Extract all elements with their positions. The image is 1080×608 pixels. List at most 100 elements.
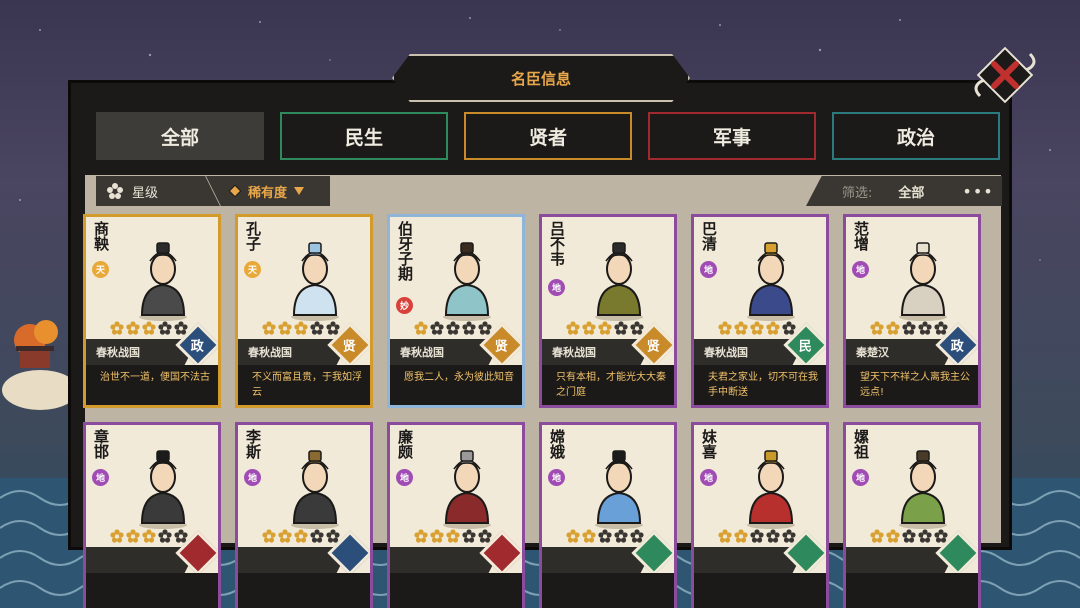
star-icon — [902, 321, 916, 335]
star-icon — [870, 529, 884, 543]
minister-quote: 夫君之家业，切不可在我手中断送 — [694, 365, 826, 405]
minister-card[interactable]: 嫦娥 地 — [539, 422, 677, 608]
minister-name: 嫦娥 — [548, 429, 566, 459]
star-icon — [766, 321, 780, 335]
minister-portrait — [291, 242, 339, 321]
close-button[interactable] — [970, 40, 1040, 110]
category-label: 民 — [799, 339, 813, 355]
star-rating — [262, 529, 340, 543]
minister-card[interactable]: 廉颇 地 — [387, 422, 525, 608]
tab-livelihood[interactable]: 民生 — [280, 112, 448, 160]
minister-name: 伯牙子期 — [396, 221, 414, 281]
tab-sage[interactable]: 贤者 — [464, 112, 632, 160]
minister-card[interactable]: 孔子 天 春秋战国 贤 不义而富且贵，于我如浮云 — [235, 214, 373, 408]
star-icon — [262, 321, 276, 335]
minister-card[interactable]: 嫘祖 地 — [843, 422, 981, 608]
tab-military[interactable]: 军事 — [648, 112, 816, 160]
star-rating — [870, 529, 948, 543]
tab-military-label: 军事 — [712, 126, 751, 149]
minister-portrait — [899, 242, 947, 321]
star-icon — [126, 321, 140, 335]
rank-badge: 地 — [700, 261, 717, 278]
star-icon — [110, 529, 124, 543]
minister-portrait — [443, 242, 491, 321]
minister-card[interactable]: 吕不韦 地 春秋战国 贤 只有本相，才能光大大秦之门庭 — [539, 214, 677, 408]
star-icon — [310, 321, 324, 335]
star-rating — [110, 529, 188, 543]
star-icon — [294, 321, 308, 335]
star-icon — [718, 321, 732, 335]
star-icon — [446, 529, 460, 543]
star-icon — [414, 529, 428, 543]
minister-card[interactable]: 妺喜 地 — [691, 422, 829, 608]
star-rating — [414, 321, 492, 335]
star-icon — [430, 321, 444, 335]
star-icon — [278, 321, 292, 335]
star-icon — [918, 529, 932, 543]
tab-all-label: 全部 — [160, 126, 199, 149]
minister-portrait — [747, 242, 795, 321]
star-icon — [462, 321, 476, 335]
minister-card[interactable]: 范增 地 秦楚汉 政 望天下不祥之人离我主公远点! — [843, 214, 981, 408]
minister-card[interactable]: 章邯 地 — [83, 422, 221, 608]
minister-card[interactable]: 李斯 地 — [235, 422, 373, 608]
star-icon — [582, 321, 596, 335]
category-label: 贤 — [343, 339, 357, 355]
category-tabs: 全部 民生 贤者 军事 政治 — [96, 112, 1000, 160]
star-icon — [734, 321, 748, 335]
category-label: 贤 — [495, 339, 509, 355]
minister-portrait — [595, 242, 643, 321]
star-icon — [430, 529, 444, 543]
sort-by-rarity-button[interactable]: 稀有度 — [206, 176, 330, 206]
minister-portrait — [747, 450, 795, 529]
triangle-down-icon — [294, 187, 305, 195]
minister-card[interactable]: 巴清 地 春秋战国 民 夫君之家业，切不可在我手中断送 — [691, 214, 829, 408]
rank-badge: 地 — [852, 469, 869, 486]
rank-badge: 地 — [396, 469, 413, 486]
star-icon — [614, 529, 628, 543]
minister-name: 吕不韦 — [548, 221, 566, 266]
tab-politics[interactable]: 政治 — [832, 112, 1000, 160]
sort-star-label: 星级 — [132, 185, 159, 201]
filter-bar: 星级 稀有度 筛选: 全部 ••• — [96, 176, 1002, 208]
star-rating — [870, 321, 948, 335]
star-icon — [110, 321, 124, 335]
star-icon — [142, 529, 156, 543]
minister-quote — [846, 573, 978, 608]
minister-quote — [390, 573, 522, 608]
star-icon — [262, 529, 276, 543]
star-icon — [142, 321, 156, 335]
rank-badge: 地 — [244, 469, 261, 486]
minister-name: 李斯 — [244, 429, 262, 459]
rank-badge: 地 — [852, 261, 869, 278]
minister-name: 孔子 — [244, 221, 262, 251]
minister-quote: 愿我二人，永为彼此知音 — [390, 365, 522, 405]
tab-politics-label: 政治 — [896, 126, 935, 149]
title-plate: 名臣信息 — [392, 54, 690, 102]
star-icon — [462, 529, 476, 543]
rank-badge: 天 — [92, 261, 109, 278]
star-icon — [614, 321, 628, 335]
star-icon — [566, 321, 580, 335]
minister-quote: 不义而富且贵，于我如浮云 — [238, 365, 370, 405]
star-rating — [718, 529, 796, 543]
minister-card[interactable]: 商鞅 天 春秋战国 政 治世不一道，便国不法古 — [83, 214, 221, 408]
rank-badge: 地 — [548, 469, 565, 486]
category-label: 政 — [951, 339, 965, 355]
category-label: 政 — [191, 339, 205, 355]
star-icon — [598, 321, 612, 335]
minister-card[interactable]: 伯牙子期 妙 春秋战国 贤 愿我二人，永为彼此知音 — [387, 214, 525, 408]
star-rating — [566, 321, 644, 335]
minister-name: 章邯 — [92, 429, 110, 459]
minister-name: 商鞅 — [92, 221, 110, 251]
sort-by-star-button[interactable]: 星级 — [96, 176, 220, 206]
minister-quote — [238, 573, 370, 608]
tab-all[interactable]: 全部 — [96, 112, 264, 160]
star-icon — [158, 529, 172, 543]
star-icon — [126, 529, 140, 543]
filter-dropdown[interactable]: 筛选: 全部 ••• — [806, 176, 1002, 206]
star-icon — [734, 529, 748, 543]
star-icon — [918, 321, 932, 335]
minister-quote — [694, 573, 826, 608]
minister-portrait — [139, 450, 187, 529]
